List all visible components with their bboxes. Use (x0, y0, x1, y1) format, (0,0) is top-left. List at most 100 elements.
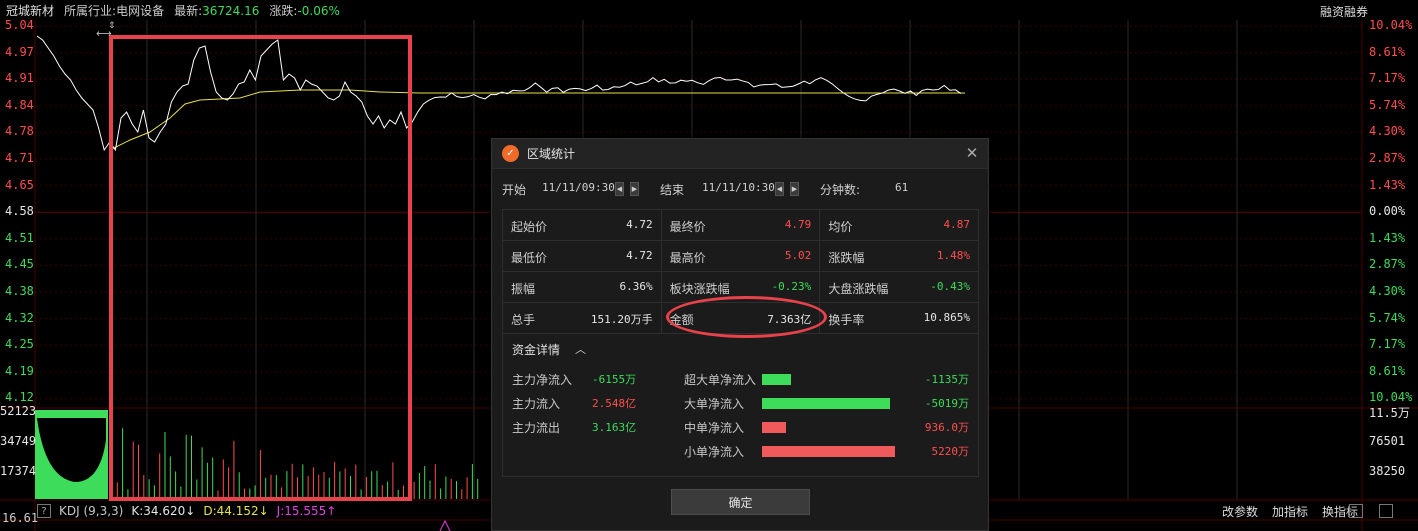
volume-tick-left: 17374 (0, 464, 37, 478)
price-tick-label: 4.12 (5, 390, 34, 405)
end-prev-icon[interactable]: ◀ (775, 182, 784, 196)
percent-tick-label: 8.61% (1369, 363, 1406, 378)
close-icon[interactable]: ✕ (964, 145, 980, 161)
funds-label: 主力流入 (512, 397, 561, 411)
funds-flow-bar (762, 374, 791, 385)
stat-label: 最终价 (669, 220, 706, 234)
percent-tick-label: 10.04% (1369, 390, 1413, 405)
funds-flow-bar (762, 398, 890, 409)
funds-flow-label: 超大单净流入 (684, 373, 757, 387)
stat-label: 总手 (511, 313, 536, 327)
volume-tick-right: 38250 (1369, 464, 1406, 478)
add-indicator-button[interactable]: 加指标 (1272, 503, 1308, 520)
start-time[interactable]: 11/11/09:30 (542, 181, 615, 194)
stat-label: 换手率 (828, 313, 865, 327)
stat-label: 均价 (828, 220, 853, 234)
price-tick-label: 4.45 (5, 257, 34, 272)
stat-value: 151.20万手 (590, 313, 653, 326)
price-tick-label: 4.84 (5, 97, 34, 112)
svg-text:⇕: ⇕ (108, 21, 116, 31)
stat-label: 最低价 (511, 251, 548, 265)
dialog-titlebar[interactable]: ✓ 区域统计 (492, 139, 988, 169)
percent-tick-label: 5.74% (1369, 97, 1406, 112)
stat-value: 10.865% (923, 311, 970, 324)
funds-value: 3.163亿 (592, 421, 637, 434)
stat-value: 4.72 (626, 249, 653, 262)
stat-cell: 起始价 4.72 (502, 209, 662, 241)
kdj-k: K:34.620↓ (131, 504, 196, 518)
start-label: 开始 (502, 183, 527, 197)
stat-cell: 最高价 5.02 (660, 240, 821, 272)
stat-value: -0.23% (771, 280, 812, 293)
stat-label: 起始价 (511, 220, 548, 234)
amount-highlight-circle (666, 296, 827, 338)
percent-tick-label: 1.43% (1369, 177, 1406, 192)
volume-tick-left: 52123 (0, 404, 37, 418)
volume-tick-left: 34749 (0, 434, 37, 448)
plus-toggle-icon[interactable] (1379, 504, 1393, 518)
funds-value: -6155万 (592, 373, 637, 386)
percent-tick-label: 4.30% (1369, 124, 1406, 139)
stat-cell: 振幅 6.36% (502, 271, 662, 303)
percent-tick-label: 7.17% (1369, 71, 1406, 86)
end-time[interactable]: 11/11/10:30 (702, 181, 775, 194)
funds-flow-bar (762, 422, 786, 433)
funds-flow-value: -1135万 (924, 373, 969, 386)
help-icon[interactable]: ? (37, 504, 51, 518)
end-next-icon[interactable]: ▶ (790, 182, 799, 196)
stat-value: 4.79 (784, 218, 812, 231)
percent-tick-label: 2.87% (1369, 257, 1406, 272)
price-tick-label: 4.71 (5, 151, 34, 165)
stat-value: 4.72 (626, 218, 653, 231)
funds-flow-label: 小单净流入 (684, 445, 745, 459)
dialog-title: 区域统计 (527, 147, 576, 161)
minutes-value: 61 (895, 181, 909, 194)
price-tick-label: 4.58 (5, 204, 34, 219)
stat-cell: 最终价 4.79 (660, 209, 821, 241)
kdj-d: D:44.152↓ (203, 504, 269, 518)
funds-flow-label: 中单净流入 (684, 421, 745, 435)
start-prev-icon[interactable]: ◀ (615, 182, 624, 196)
funds-flow-label: 大单净流入 (684, 397, 745, 411)
collapse-caret-icon[interactable]: ︿ (575, 341, 586, 357)
stat-value: 1.48% (936, 249, 970, 262)
price-tick-label: 4.38 (5, 284, 34, 298)
price-tick-label: 4.91 (5, 71, 34, 86)
stat-value: 4.87 (943, 218, 971, 231)
funds-flow-value: 5220万 (931, 445, 970, 458)
stat-value: 5.02 (784, 249, 812, 262)
ok-button[interactable]: 确定 (671, 489, 810, 515)
stat-cell: 均价 4.87 (819, 209, 979, 241)
price-tick-label: 4.97 (5, 44, 34, 59)
stat-label: 板块涨跌幅 (669, 282, 730, 296)
end-label: 结束 (660, 183, 685, 197)
app-logo-icon: ✓ (502, 145, 519, 162)
minus-toggle-icon[interactable] (1349, 504, 1363, 518)
percent-tick-label: 7.17% (1369, 337, 1406, 352)
stat-value: 6.36% (619, 280, 653, 293)
kdj-name[interactable]: KDJ (9,3,3) (59, 504, 123, 518)
funds-flow-bar (762, 446, 895, 457)
price-tick-label: 4.78 (5, 124, 34, 139)
percent-tick-label: 0.00% (1369, 204, 1406, 219)
minutes-label: 分钟数: (820, 183, 861, 197)
price-tick-label: 4.32 (5, 310, 34, 325)
price-tick-label: 5.04 (5, 18, 34, 32)
stat-label: 最高价 (669, 251, 706, 265)
stat-cell: 换手率 10.865% (819, 302, 979, 334)
price-tick-label: 4.51 (5, 230, 34, 245)
stat-cell: 最低价 4.72 (502, 240, 662, 272)
funds-flow-value: 936.0万 (924, 421, 969, 434)
price-tick-label: 4.19 (5, 363, 34, 378)
percent-tick-label: 4.30% (1369, 284, 1406, 298)
funds-title: 资金详情 (512, 343, 561, 357)
price-tick-label: 4.65 (5, 177, 34, 192)
stat-cell: 大盘涨跌幅 -0.43% (819, 271, 979, 303)
stat-value: -0.43% (930, 280, 970, 293)
start-next-icon[interactable]: ▶ (630, 182, 639, 196)
modify-params-button[interactable]: 改参数 (1222, 503, 1258, 520)
percent-tick-label: 1.43% (1369, 230, 1406, 245)
funds-value: 2.548亿 (592, 397, 637, 410)
funds-label: 主力流出 (512, 421, 561, 435)
percent-tick-label: 2.87% (1369, 151, 1406, 165)
